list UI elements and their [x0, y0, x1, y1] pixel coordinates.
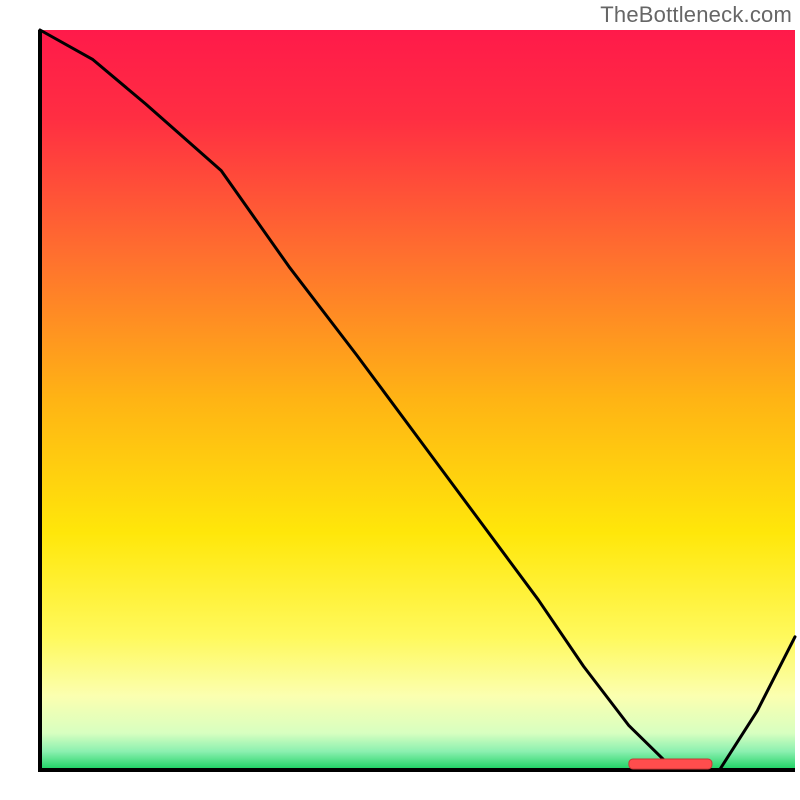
chart-stage: TheBottleneck.com — [0, 0, 800, 800]
bottleneck-line-chart — [0, 0, 800, 800]
selected-marker — [629, 759, 712, 769]
plot-background — [40, 30, 795, 770]
